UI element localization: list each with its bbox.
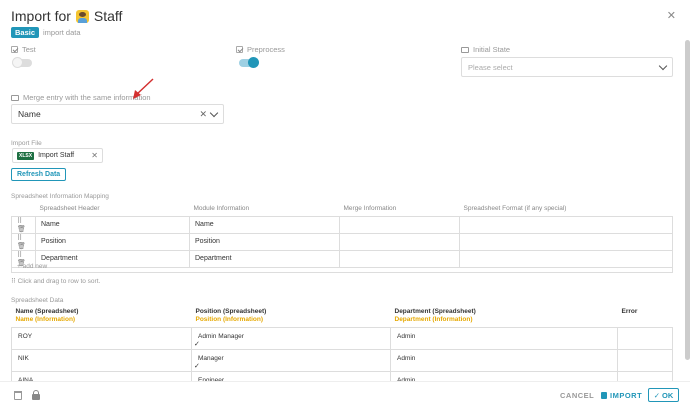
lock-icon[interactable] <box>32 390 40 400</box>
row-merge[interactable] <box>339 232 460 251</box>
import-button[interactable]: IMPORT <box>601 391 642 400</box>
chevron-down-icon <box>658 61 668 70</box>
state-icon <box>461 46 469 53</box>
table-row: NIK Manager ✓ Admin <box>11 348 673 372</box>
initial-state-label: Initial State <box>461 45 510 54</box>
cell-department: Admin <box>390 348 618 372</box>
col-format: Spreadsheet Format (if any special) <box>459 202 673 217</box>
check-icon: ✓ <box>194 340 200 348</box>
col-error: Error <box>617 305 673 328</box>
checkbox-icon <box>236 46 243 53</box>
trash-icon[interactable] <box>14 391 22 400</box>
cell-position: Manager ✓ <box>191 348 391 372</box>
remove-file-icon[interactable]: ✕ <box>91 151 98 160</box>
drag-hint: ⠿ Click and drag to row to sort. <box>11 278 101 285</box>
row-header[interactable]: Name <box>35 215 190 234</box>
mapping-label: Spreadsheet Information Mapping <box>11 193 109 200</box>
cell-error <box>617 348 673 372</box>
cell-department: Admin <box>390 326 618 350</box>
check-icon: ✓ <box>653 390 661 400</box>
table-row[interactable]: ⠿ 🗑 Position Position <box>11 232 673 251</box>
chevron-down-icon <box>209 108 219 117</box>
import-file-label: Import File <box>11 140 42 147</box>
table-row[interactable]: ⠿ 🗑 Name Name <box>11 215 673 234</box>
row-merge[interactable] <box>339 215 460 234</box>
row-format[interactable] <box>459 215 673 234</box>
col-department: Department (Spreadsheet) Department (Info… <box>390 305 618 328</box>
col-spreadsheet-header: Spreadsheet Header <box>35 202 190 217</box>
preprocess-toggle[interactable] <box>239 57 259 68</box>
ok-button[interactable]: ✓ OK <box>648 388 679 402</box>
col-module-info: Module Information <box>189 202 340 217</box>
cell-position: Admin Manager ✓ <box>191 326 391 350</box>
add-new-button[interactable]: + add new <box>11 261 673 273</box>
cell-error <box>617 326 673 350</box>
clear-icon[interactable]: ✕ <box>199 109 207 120</box>
dialog-title: Import for <box>11 8 71 24</box>
col-merge-info: Merge Information <box>339 202 460 217</box>
drag-handle-icon[interactable]: ⠿ <box>17 235 22 242</box>
test-label: Test <box>11 45 36 54</box>
file-name: Import Staff <box>38 152 75 159</box>
staff-icon <box>75 9 89 23</box>
test-toggle[interactable] <box>12 57 32 68</box>
initial-state-select[interactable]: Please select <box>461 57 673 77</box>
row-module[interactable]: Position <box>189 232 340 251</box>
drag-handle-icon[interactable]: ⠿ <box>17 218 22 225</box>
trash-icon[interactable]: 🗑 <box>17 226 26 233</box>
trash-icon[interactable]: 🗑 <box>17 243 26 250</box>
checkbox-icon <box>11 46 18 53</box>
merge-value: Name <box>18 109 41 119</box>
row-module[interactable]: Name <box>189 215 340 234</box>
spreadsheet-data-label: Spreadsheet Data <box>11 297 64 304</box>
cancel-button[interactable]: CANCEL <box>560 391 594 400</box>
merge-icon <box>11 94 19 101</box>
refresh-data-button[interactable]: Refresh Data <box>11 168 67 181</box>
preprocess-label: Preprocess <box>236 45 285 54</box>
file-icon <box>601 392 607 399</box>
module-name: Staff <box>93 8 123 24</box>
cell-name: ROY <box>11 326 192 350</box>
annotation-arrow-icon <box>133 78 154 99</box>
table-row: ROY Admin Manager ✓ Admin <box>11 326 673 350</box>
mapping-table: Spreadsheet Header Module Information Me… <box>11 202 673 268</box>
import-dialog: Import for Staff Basic import data ✕ Tes… <box>0 0 690 408</box>
file-chip: XLSX Import Staff ✕ <box>12 148 103 163</box>
dialog-footer: CANCEL IMPORT ✓ OK <box>0 381 690 408</box>
basic-badge: Basic <box>11 27 40 38</box>
merge-select[interactable]: Name ✕ <box>11 104 224 124</box>
dialog-subtitle: import data <box>43 28 81 37</box>
scrollbar[interactable] <box>685 40 690 360</box>
col-position: Position (Spreadsheet) Position (Informat… <box>191 305 391 328</box>
cell-name: NIK <box>11 348 192 372</box>
initial-state-placeholder: Please select <box>468 62 513 72</box>
row-format[interactable] <box>459 232 673 251</box>
col-name: Name (Spreadsheet) Name (Information) <box>11 305 192 328</box>
row-header[interactable]: Position <box>35 232 190 251</box>
check-icon: ✓ <box>194 362 200 370</box>
xlsx-icon: XLSX <box>17 151 35 160</box>
dialog-header: Import for Staff Basic import data <box>11 7 122 38</box>
close-icon[interactable]: ✕ <box>667 9 676 22</box>
drag-handle-icon[interactable]: ⠿ <box>17 252 22 259</box>
